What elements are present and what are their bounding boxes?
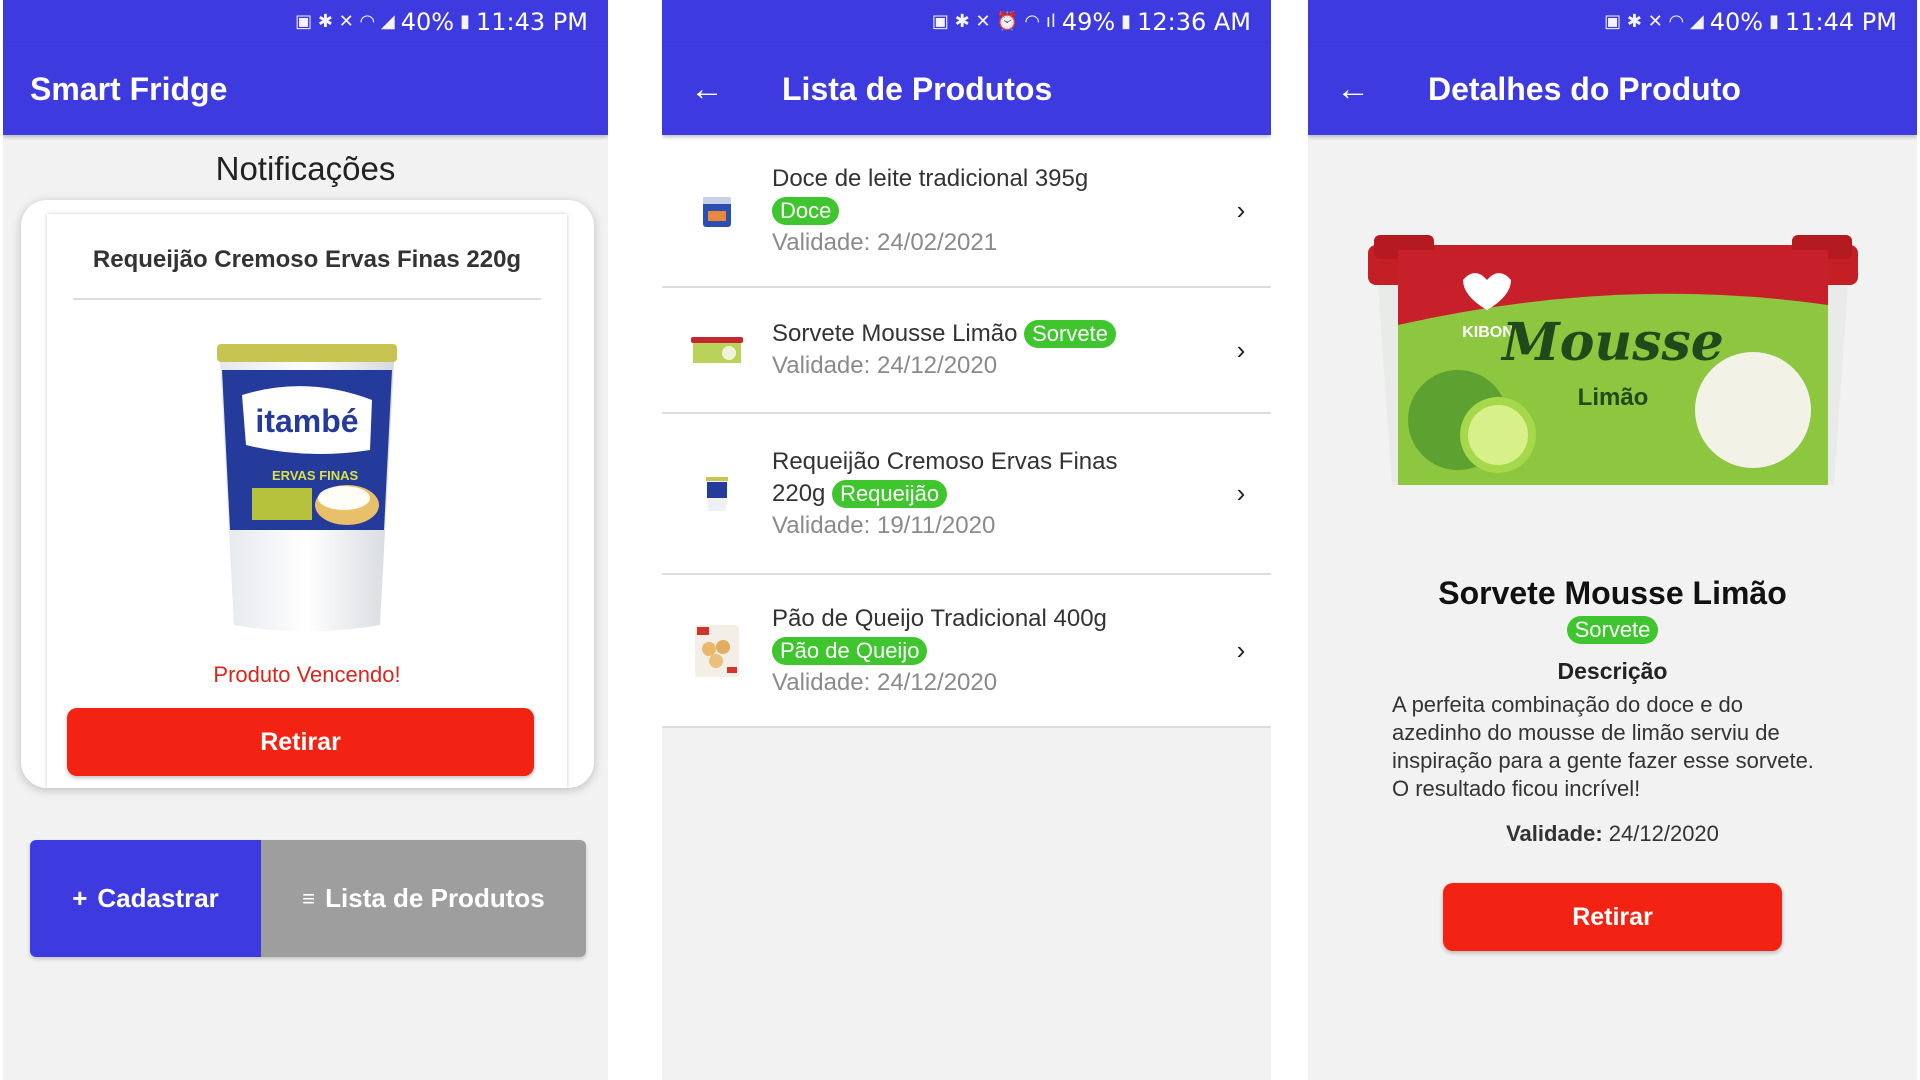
product-name-line-1: Requeijão Cremoso Ervas Finas <box>772 447 1118 475</box>
category-tag: Sorvete <box>1024 320 1116 348</box>
back-arrow-icon[interactable]: ← <box>662 70 782 109</box>
description-text: A perfeita combinação do doce e do azedi… <box>1392 692 1814 801</box>
category-tag: Sorvete <box>1566 616 1659 644</box>
product-image: KIBON Mousse Limão <box>1308 235 1917 485</box>
chevron-right-icon: › <box>1236 334 1246 365</box>
product-list: Doce de leite tradicional 395g Doce Vali… <box>662 135 1271 728</box>
validity: Validade: 19/11/2020 <box>772 511 996 539</box>
list-item[interactable]: Requeijão Cremoso Ervas Finas 220g Reque… <box>662 414 1271 575</box>
list-item-body: Pão de Queijo Tradicional 400g Pão de Qu… <box>772 603 1211 699</box>
status-icons: ▣ ✱ ✕ ◠ ◢ <box>295 11 395 32</box>
section-title: Notificações <box>215 150 396 187</box>
product-name: Doce de leite tradicional 395g <box>772 164 1089 192</box>
back-arrow-icon[interactable]: ← <box>1308 70 1428 109</box>
divider <box>73 298 541 300</box>
validity-value: 24/12/2020 <box>1608 821 1719 846</box>
notification-card: Requeijão Cremoso Ervas Finas 220g itamb… <box>21 200 594 788</box>
validity: Validade: 24/12/2020 <box>772 352 998 379</box>
category-tag: Doce <box>772 196 840 225</box>
chevron-right-icon: › <box>1236 635 1246 665</box>
product-list-button[interactable]: ≡ Lista de Produtos <box>261 840 586 957</box>
validity-label: Validade: <box>1506 821 1603 846</box>
list-item[interactable]: Sorvete Mousse Limão Sorvete Validade: 2… <box>662 288 1271 414</box>
notification-card-body: Requeijão Cremoso Ervas Finas 220g itamb… <box>47 214 567 788</box>
product-name: Requeijão Cremoso Ervas Finas 220g <box>92 246 522 273</box>
battery-level: 40% <box>400 7 455 36</box>
category-tag: Requeijão <box>832 479 948 508</box>
mousse-limao-tub-image: KIBON Mousse Limão <box>1367 235 1858 485</box>
requeijao-jar-thumbnail <box>706 476 728 511</box>
battery-level: 49% <box>1061 7 1116 36</box>
app-bar: Smart Fridge <box>3 43 608 135</box>
product-thumbnail <box>662 333 772 367</box>
screen-product-details: ▣ ✱ ✕ ◠ ◢ 40% ▮ 11:44 PM ← Detalhes do P… <box>1308 0 1917 1080</box>
screen-product-list: ▣ ✱ ✕ ⏰ ◠ ıl 49% ▮ 12:36 AM ← Lista de P… <box>662 0 1271 1080</box>
product-thumbnail <box>662 193 772 229</box>
pao-de-queijo-bag-image <box>695 624 739 677</box>
ice-cream-tub-image <box>691 337 743 363</box>
product-name: Pão de Queijo Tradicional 400g <box>772 604 1107 632</box>
battery-level: 40% <box>1709 7 1764 36</box>
product-line-2: Limão <box>1577 384 1648 411</box>
requeijao-jar-image: itambé ERVAS FINAS <box>217 344 397 632</box>
list-item-body: Doce de leite tradicional 395g Doce Vali… <box>772 163 1211 259</box>
status-bar: ▣ ✱ ✕ ◠ ◢ 40% ▮ 11:44 PM <box>1308 0 1917 43</box>
register-button[interactable]: + Cadastrar <box>30 840 261 957</box>
app-bar: ← Detalhes do Produto <box>1308 43 1917 135</box>
product-list-label: Lista de Produtos <box>325 883 545 913</box>
app-title: Smart Fridge <box>30 70 228 107</box>
status-bar: ▣ ✱ ✕ ⏰ ◠ ıl 49% ▮ 12:36 AM <box>662 0 1271 43</box>
screen-notifications: ▣ ✱ ✕ ◠ ◢ 40% ▮ 11:43 PM Smart Fridge No… <box>3 0 608 1080</box>
plus-icon: + <box>72 883 88 913</box>
product-image: itambé ERVAS FINAS <box>47 340 567 640</box>
doce-de-leite-can-image <box>703 196 731 227</box>
clock: 12:36 AM <box>1137 7 1251 36</box>
screen-title: Lista de Produtos <box>782 70 1053 107</box>
remove-button[interactable]: Retirar <box>67 708 534 776</box>
jar-flavor: ERVAS FINAS <box>272 468 359 483</box>
list-item[interactable]: Doce de leite tradicional 395g Doce Vali… <box>662 135 1271 288</box>
list-icon: ≡ <box>302 885 316 911</box>
battery-icon: ▮ <box>460 11 471 32</box>
product-line-1: Mousse <box>1500 312 1724 373</box>
jar-brand: itambé <box>255 403 358 439</box>
list-item-body: Sorvete Mousse Limão Sorvete Validade: 2… <box>772 318 1211 382</box>
category-tag: Pão de Queijo <box>772 636 928 665</box>
status-icons: ▣ ✱ ✕ ⏰ ◠ ıl <box>931 11 1056 32</box>
screen-title: Detalhes do Produto <box>1428 70 1741 107</box>
product-thumbnail <box>662 623 772 679</box>
chevron-right-icon: › <box>1236 195 1246 225</box>
clock: 11:44 PM <box>1785 7 1897 36</box>
validity-row: Validade: 24/12/2020 <box>1308 821 1917 847</box>
list-item-body: Requeijão Cremoso Ervas Finas 220g Reque… <box>772 446 1211 542</box>
expiring-alert: Produto Vencendo! <box>213 662 401 687</box>
status-icons: ▣ ✱ ✕ ◠ ◢ <box>1604 11 1704 32</box>
description-label: Descrição <box>1557 658 1668 684</box>
product-title: Sorvete Mousse Limão <box>1438 575 1787 611</box>
bottom-actions: + Cadastrar ≡ Lista de Produtos <box>30 840 586 957</box>
battery-icon: ▮ <box>1769 11 1780 32</box>
product-thumbnail <box>662 475 772 513</box>
register-label: Cadastrar <box>97 883 219 913</box>
product-name: Sorvete Mousse Limão <box>772 320 1018 347</box>
chevron-right-icon: › <box>1236 478 1246 508</box>
validity: Validade: 24/02/2021 <box>772 228 998 256</box>
app-bar: ← Lista de Produtos <box>662 43 1271 135</box>
battery-icon: ▮ <box>1121 11 1132 32</box>
status-bar: ▣ ✱ ✕ ◠ ◢ 40% ▮ 11:43 PM <box>3 0 608 43</box>
remove-button[interactable]: Retirar <box>1443 883 1782 951</box>
product-name-line-2: 220g <box>772 479 826 507</box>
clock: 11:43 PM <box>476 7 588 36</box>
category-tag-wrap: Sorvete <box>1308 616 1917 644</box>
validity: Validade: 24/12/2020 <box>772 668 998 696</box>
list-item[interactable]: Pão de Queijo Tradicional 400g Pão de Qu… <box>662 575 1271 728</box>
